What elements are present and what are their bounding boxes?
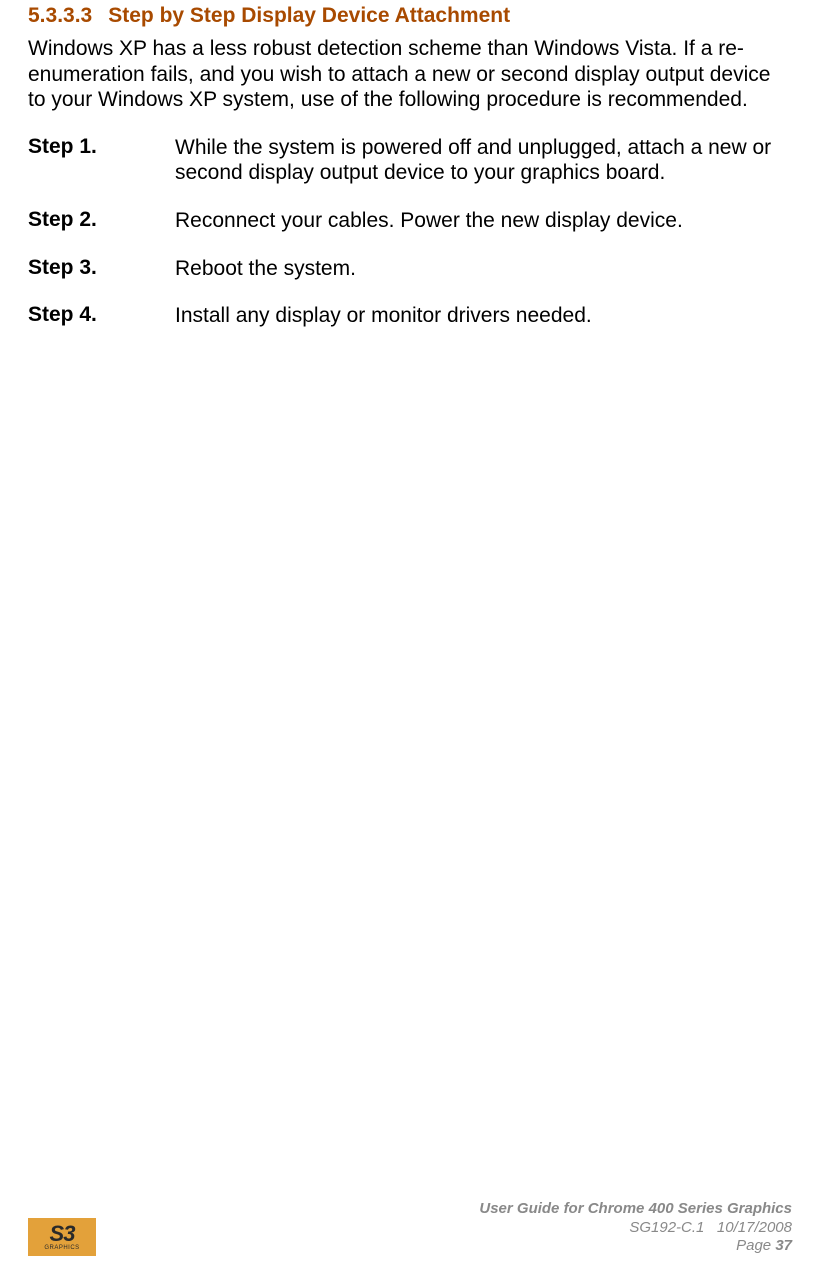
step-row: Step 1. While the system is powered off … [28,135,792,208]
footer-page-label: Page [736,1237,775,1254]
footer: S3 GRAPHICS User Guide for Chrome 400 Se… [28,1200,792,1256]
step-text: Install any display or monitor drivers n… [175,303,792,351]
step-row: Step 2. Reconnect your cables. Power the… [28,208,792,256]
step-row: Step 4. Install any display or monitor d… [28,303,792,351]
step-text: Reboot the system. [175,256,792,304]
footer-logo-sub: GRAPHICS [44,1245,79,1251]
footer-page-number: 37 [775,1237,792,1254]
step-text: Reconnect your cables. Power the new dis… [175,208,792,256]
footer-logo: S3 GRAPHICS [28,1218,96,1256]
footer-doc-meta: SG192-C.1 10/17/2008 [479,1219,792,1238]
steps-list: Step 1. While the system is powered off … [28,135,792,351]
section-title: Step by Step Display Device Attachment [108,4,510,27]
step-label: Step 1. [28,135,175,208]
footer-doc-title: User Guide for Chrome 400 Series Graphic… [479,1200,792,1219]
step-text: While the system is powered off and unpl… [175,135,792,208]
footer-page: Page 37 [479,1237,792,1256]
section-heading: 5.3.3.3 Step by Step Display Device Attac… [28,0,792,28]
footer-meta: User Guide for Chrome 400 Series Graphic… [479,1200,792,1256]
step-label: Step 3. [28,256,175,304]
step-label: Step 4. [28,303,175,351]
footer-doc-date: 10/17/2008 [717,1219,792,1236]
footer-logo-main: S3 [50,1223,75,1245]
intro-paragraph: Windows XP has a less robust detection s… [28,36,792,113]
step-label: Step 2. [28,208,175,256]
section-number: 5.3.3.3 [28,4,92,27]
footer-doc-id: SG192-C.1 [629,1219,704,1236]
step-row: Step 3. Reboot the system. [28,256,792,304]
